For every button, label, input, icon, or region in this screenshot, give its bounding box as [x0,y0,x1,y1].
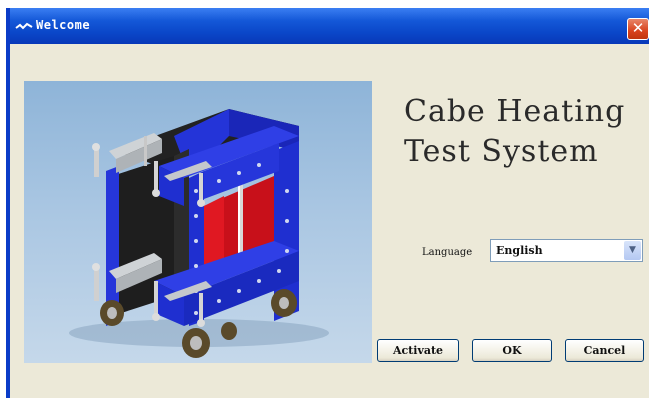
close-icon: ✕ [631,19,645,37]
app-title-line-1: Cabe Heating [404,94,626,129]
close-button[interactable]: ✕ [627,18,649,40]
activate-button[interactable]: Activate [377,339,459,362]
language-value: English [496,244,543,257]
language-label: Language [422,247,473,258]
app-title: Cabe Heating Test System [404,92,644,172]
welcome-dialog: Welcome ✕ Cabe Heating Test System Langu… [6,8,649,398]
chevron-down-icon[interactable]: ▼ [624,241,641,260]
window-title: Welcome [36,18,91,32]
language-select[interactable]: English ▼ [490,239,643,262]
app-icon [15,22,33,30]
cancel-button[interactable]: Cancel [565,339,644,362]
title-bar[interactable]: Welcome ✕ [10,8,649,44]
ok-button[interactable]: OK [472,339,552,362]
product-image [24,81,372,363]
app-title-line-2: Test System [404,134,599,169]
